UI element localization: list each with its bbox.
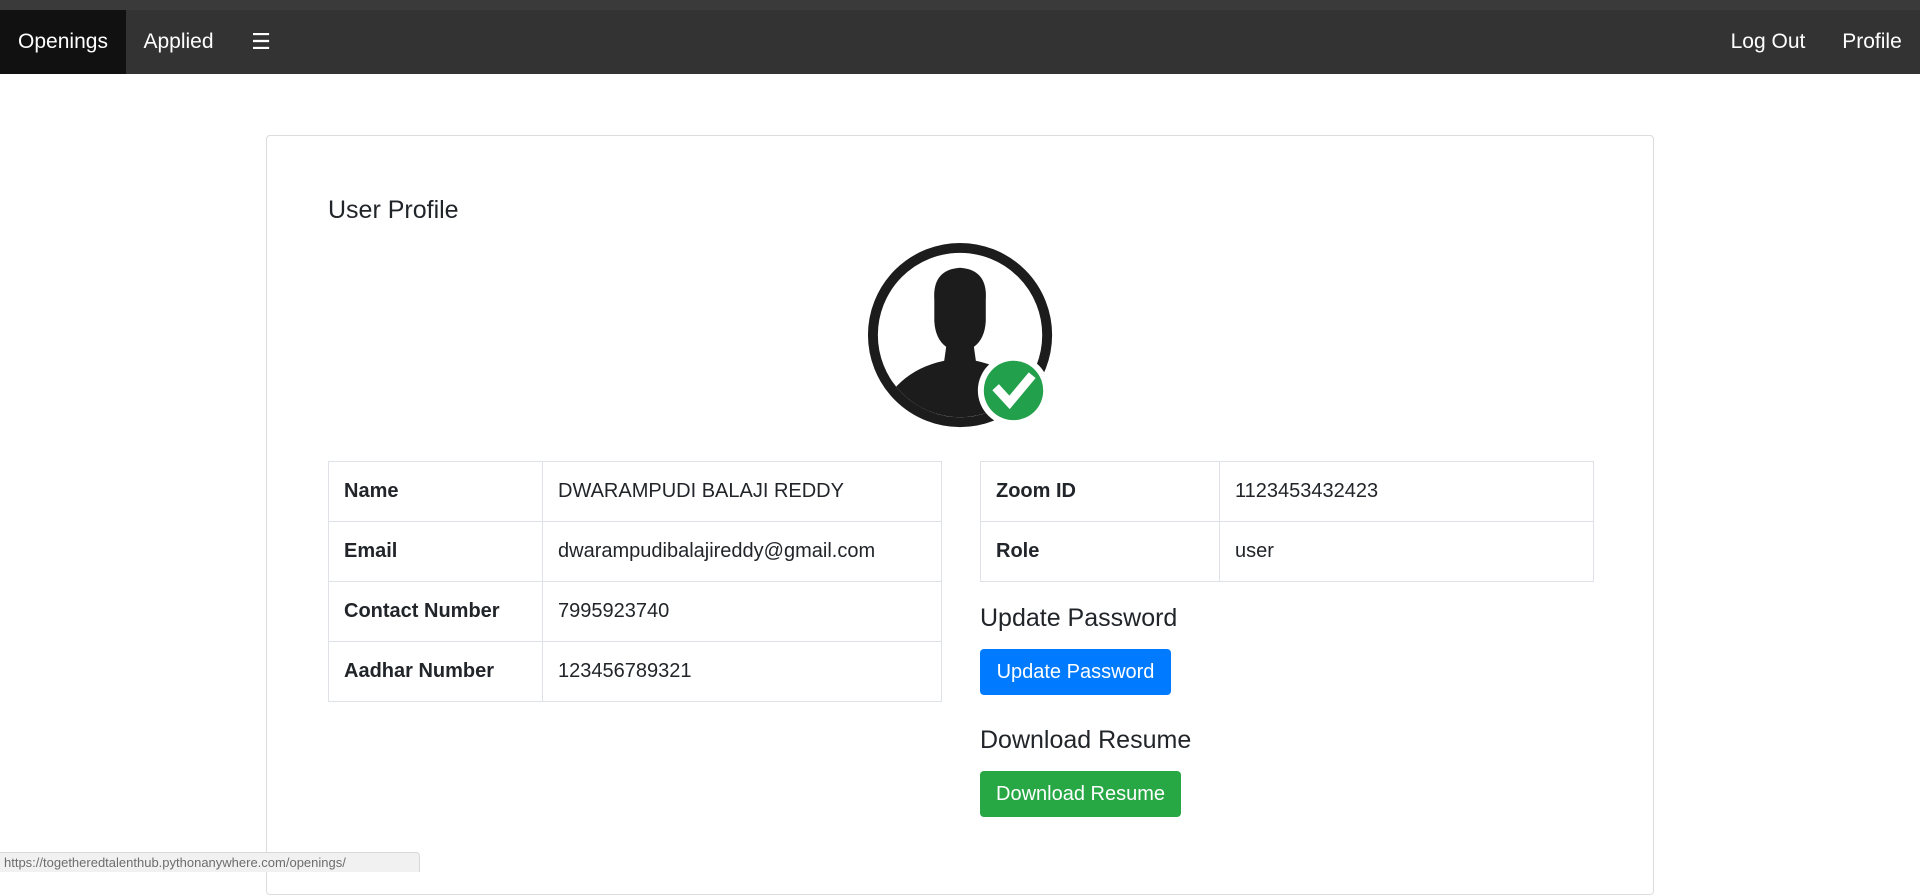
aadhar-number-label: Aadhar Number bbox=[328, 641, 543, 702]
aadhar-number-value: 123456789321 bbox=[542, 641, 942, 702]
role-label: Role bbox=[980, 521, 1220, 582]
page-title: User Profile bbox=[328, 196, 459, 224]
nav-applied[interactable]: Applied bbox=[126, 10, 231, 74]
contact-number-value: 7995923740 bbox=[542, 581, 942, 642]
table-row: Contact Number 7995923740 bbox=[328, 581, 942, 642]
update-password-button[interactable]: Update Password bbox=[980, 649, 1171, 695]
zoom-id-label: Zoom ID bbox=[980, 461, 1220, 522]
update-password-heading: Update Password bbox=[980, 604, 1178, 632]
download-resume-heading: Download Resume bbox=[980, 726, 1192, 754]
role-value: user bbox=[1219, 521, 1594, 582]
email-label: Email bbox=[328, 521, 543, 582]
name-value: DWARAMPUDI BALAJI REDDY bbox=[542, 461, 942, 522]
nav-profile[interactable]: Profile bbox=[1824, 10, 1920, 74]
table-row: Zoom ID 1123453432423 bbox=[980, 461, 1594, 522]
browser-top-strip bbox=[0, 0, 1920, 10]
table-row: Email dwarampudibalajireddy@gmail.com bbox=[328, 521, 942, 582]
download-resume-button[interactable]: Download Resume bbox=[980, 771, 1181, 817]
table-row: Aadhar Number 123456789321 bbox=[328, 641, 942, 702]
verified-user-avatar-icon bbox=[867, 242, 1053, 428]
zoom-id-value: 1123453432423 bbox=[1219, 461, 1594, 522]
hamburger-menu-icon[interactable]: ☰ bbox=[231, 10, 291, 74]
table-row: Name DWARAMPUDI BALAJI REDDY bbox=[328, 461, 942, 522]
contact-number-label: Contact Number bbox=[328, 581, 543, 642]
name-label: Name bbox=[328, 461, 543, 522]
email-value: dwarampudibalajireddy@gmail.com bbox=[542, 521, 942, 582]
profile-card: User Profile Name DWARAMPUDI BALAJI REDD… bbox=[266, 135, 1654, 895]
table-row: Role user bbox=[980, 521, 1594, 582]
link-preview-status: https://togetheredtalenthub.pythonanywhe… bbox=[0, 852, 420, 872]
account-details-table: Zoom ID 1123453432423 Role user bbox=[980, 461, 1594, 582]
user-details-table: Name DWARAMPUDI BALAJI REDDY Email dwara… bbox=[328, 461, 942, 702]
nav-openings[interactable]: Openings bbox=[0, 10, 126, 74]
top-navbar: Openings Applied ☰ Log Out Profile bbox=[0, 10, 1920, 74]
nav-logout[interactable]: Log Out bbox=[1712, 10, 1824, 74]
